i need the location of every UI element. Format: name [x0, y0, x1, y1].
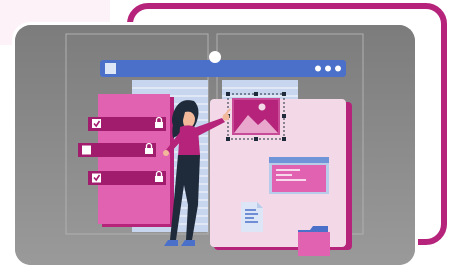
text-window-card [269, 157, 329, 194]
image-placeholder-icon [226, 92, 286, 141]
document-icon [241, 202, 263, 232]
checklist-row-1 [88, 116, 166, 131]
checklist-panel [98, 94, 174, 227]
checklist-row-3 [88, 170, 166, 185]
illustration-scene [0, 0, 457, 267]
checkbox-empty-icon [82, 145, 91, 155]
folder-icon [298, 226, 330, 256]
checklist-row-2 [78, 142, 156, 157]
